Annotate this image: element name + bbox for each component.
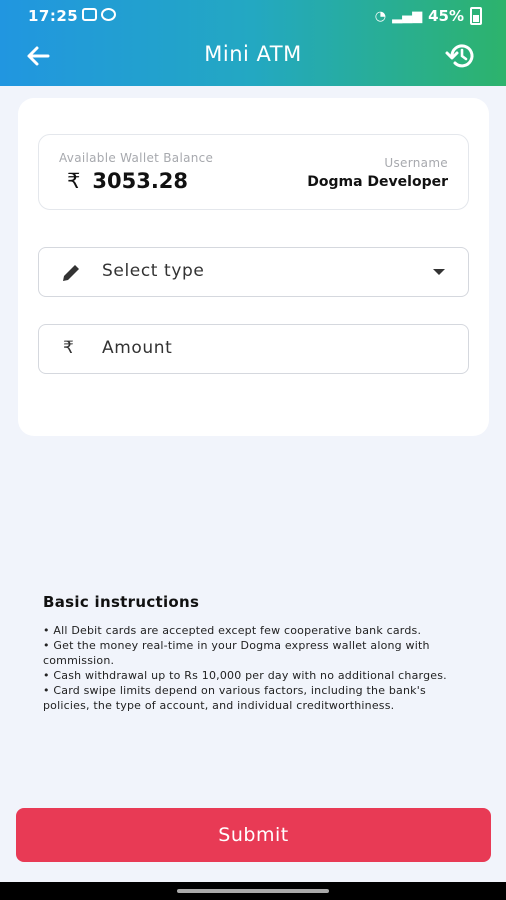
mini-atm-form-card: Available Wallet Balance ₹3053.28 Userna…	[18, 98, 489, 436]
username-value: Dogma Developer	[307, 174, 448, 190]
select-type-dropdown[interactable]: Select type	[38, 247, 469, 297]
status-time: 17:25	[28, 7, 79, 25]
wifi-icon: ◔	[374, 8, 387, 24]
rupee-field-icon: ₹	[63, 338, 74, 358]
username-label: Username	[384, 156, 448, 170]
rupee-icon: ₹	[67, 169, 81, 193]
instructions-section: Basic instructions • All Debit cards are…	[43, 593, 453, 713]
page-title: Mini ATM	[204, 42, 302, 66]
battery-percent: 45%	[428, 7, 464, 25]
whatsapp-icon	[101, 8, 116, 21]
app-header: 17:25 ◔ ▂▄▆ 45% Mini ATM	[0, 0, 506, 86]
submit-button[interactable]: Submit	[16, 808, 491, 862]
instruction-item: • All Debit cards are accepted except fe…	[43, 624, 422, 637]
history-icon[interactable]	[444, 40, 478, 72]
instruction-item: • Cash withdrawal up to Rs 10,000 per da…	[43, 669, 447, 682]
gallery-icon	[82, 8, 97, 21]
dropdown-arrow-icon	[433, 269, 445, 275]
status-right: ◔ ▂▄▆ 45%	[375, 7, 482, 25]
pencil-icon	[63, 265, 79, 281]
balance-amount: 3053.28	[92, 169, 189, 193]
system-nav-bar	[0, 882, 506, 900]
amount-placeholder: Amount	[102, 338, 173, 358]
notification-icons	[82, 8, 116, 21]
wallet-balance-box: Available Wallet Balance ₹3053.28 Userna…	[38, 134, 469, 210]
balance-label: Available Wallet Balance	[59, 151, 214, 165]
status-bar: 17:25 ◔ ▂▄▆ 45%	[0, 0, 506, 30]
home-gesture-handle[interactable]	[177, 889, 329, 893]
signal-icon: ▂▄▆	[392, 8, 423, 24]
select-type-placeholder: Select type	[102, 261, 205, 281]
instructions-title: Basic instructions	[43, 593, 200, 611]
balance-value: ₹3053.28	[67, 169, 188, 193]
battery-icon	[470, 7, 482, 25]
instruction-item: • Get the money real-time in your Dogma …	[43, 639, 430, 667]
amount-input[interactable]: ₹ Amount	[38, 324, 469, 374]
instruction-item: • Card swipe limits depend on various fa…	[43, 684, 426, 712]
